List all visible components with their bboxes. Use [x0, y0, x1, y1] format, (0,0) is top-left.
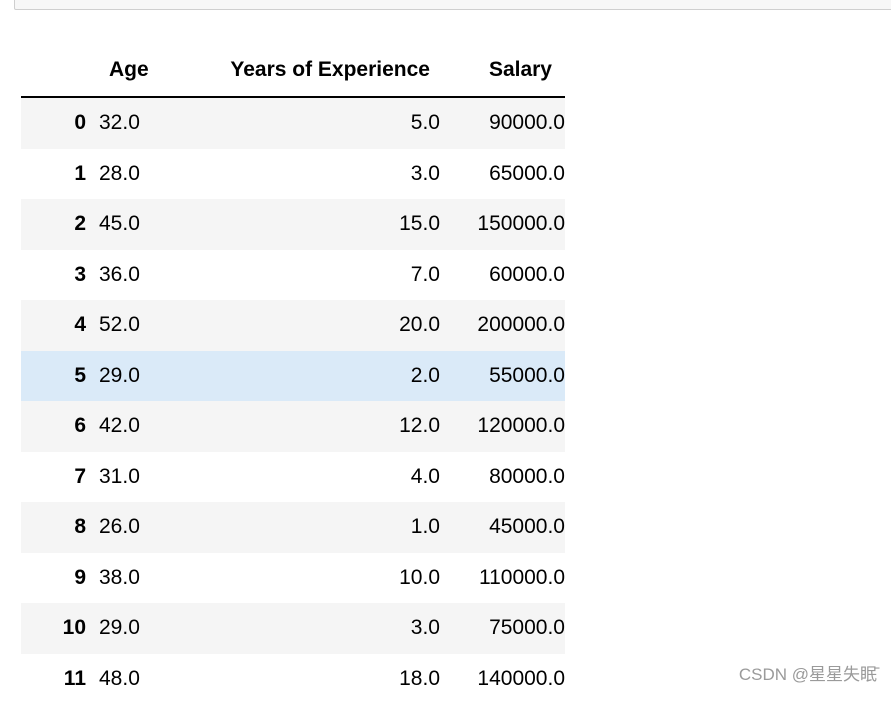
table-row: 245.015.0150000.0 [21, 199, 565, 250]
table-row: 1148.018.0140000.0 [21, 654, 565, 704]
table-row: 032.05.090000.0 [21, 97, 565, 149]
cell-age: 45.0 [99, 199, 184, 250]
row-index: 11 [21, 654, 99, 704]
cell-age: 29.0 [99, 351, 184, 402]
row-index: 6 [21, 401, 99, 452]
cell-salary: 110000.0 [440, 553, 565, 604]
cell-age: 31.0 [99, 452, 184, 503]
cell-salary: 120000.0 [440, 401, 565, 452]
cell-salary: 75000.0 [440, 603, 565, 654]
row-index: 9 [21, 553, 99, 604]
header-salary: Salary [440, 44, 565, 97]
cell-salary: 65000.0 [440, 149, 565, 200]
cell-salary: 80000.0 [440, 452, 565, 503]
cell-years-of-experience: 3.0 [184, 149, 440, 200]
table-row: 452.020.0200000.0 [21, 300, 565, 351]
cell-years-of-experience: 20.0 [184, 300, 440, 351]
cell-years-of-experience: 15.0 [184, 199, 440, 250]
dataframe-table: Age Years of Experience Salary 032.05.09… [21, 44, 565, 704]
row-index: 0 [21, 97, 99, 149]
cell-years-of-experience: 5.0 [184, 97, 440, 149]
table-body: 032.05.090000.0128.03.065000.0245.015.01… [21, 97, 565, 704]
cell-age: 36.0 [99, 250, 184, 301]
cell-salary: 150000.0 [440, 199, 565, 250]
row-index: 2 [21, 199, 99, 250]
header-row: Age Years of Experience Salary [21, 44, 565, 97]
table-row: 336.07.060000.0 [21, 250, 565, 301]
cell-salary: 45000.0 [440, 502, 565, 553]
cell-salary: 55000.0 [440, 351, 565, 402]
row-index: 7 [21, 452, 99, 503]
header-age: Age [99, 44, 184, 97]
row-index: 8 [21, 502, 99, 553]
cell-years-of-experience: 18.0 [184, 654, 440, 704]
table-row: 1029.03.075000.0 [21, 603, 565, 654]
header-index [21, 44, 99, 97]
table-row: 826.01.045000.0 [21, 502, 565, 553]
table-row: 128.03.065000.0 [21, 149, 565, 200]
row-index: 4 [21, 300, 99, 351]
cell-years-of-experience: 4.0 [184, 452, 440, 503]
table-row: 938.010.0110000.0 [21, 553, 565, 604]
cell-salary: 90000.0 [440, 97, 565, 149]
cell-years-of-experience: 3.0 [184, 603, 440, 654]
row-index: 1 [21, 149, 99, 200]
row-index: 10 [21, 603, 99, 654]
cell-years-of-experience: 7.0 [184, 250, 440, 301]
table-row: 642.012.0120000.0 [21, 401, 565, 452]
cell-years-of-experience: 2.0 [184, 351, 440, 402]
cell-salary: 60000.0 [440, 250, 565, 301]
table-row: 731.04.080000.0 [21, 452, 565, 503]
table-row: 529.02.055000.0 [21, 351, 565, 402]
cell-age: 42.0 [99, 401, 184, 452]
cell-age: 28.0 [99, 149, 184, 200]
row-index: 3 [21, 250, 99, 301]
cell-salary: 140000.0 [440, 654, 565, 704]
cell-output-border [14, 0, 891, 10]
row-index: 5 [21, 351, 99, 402]
cell-age: 29.0 [99, 603, 184, 654]
header-years-of-experience: Years of Experience [184, 44, 440, 97]
table-header: Age Years of Experience Salary [21, 44, 565, 97]
cell-age: 32.0 [99, 97, 184, 149]
cell-salary: 200000.0 [440, 300, 565, 351]
cell-years-of-experience: 12.0 [184, 401, 440, 452]
cell-years-of-experience: 10.0 [184, 553, 440, 604]
cell-age: 52.0 [99, 300, 184, 351]
watermark: CSDN @星星失眠̄ [739, 660, 877, 685]
dataframe-output: Age Years of Experience Salary 032.05.09… [21, 44, 565, 704]
cell-years-of-experience: 1.0 [184, 502, 440, 553]
cell-age: 48.0 [99, 654, 184, 704]
cell-age: 38.0 [99, 553, 184, 604]
cell-age: 26.0 [99, 502, 184, 553]
